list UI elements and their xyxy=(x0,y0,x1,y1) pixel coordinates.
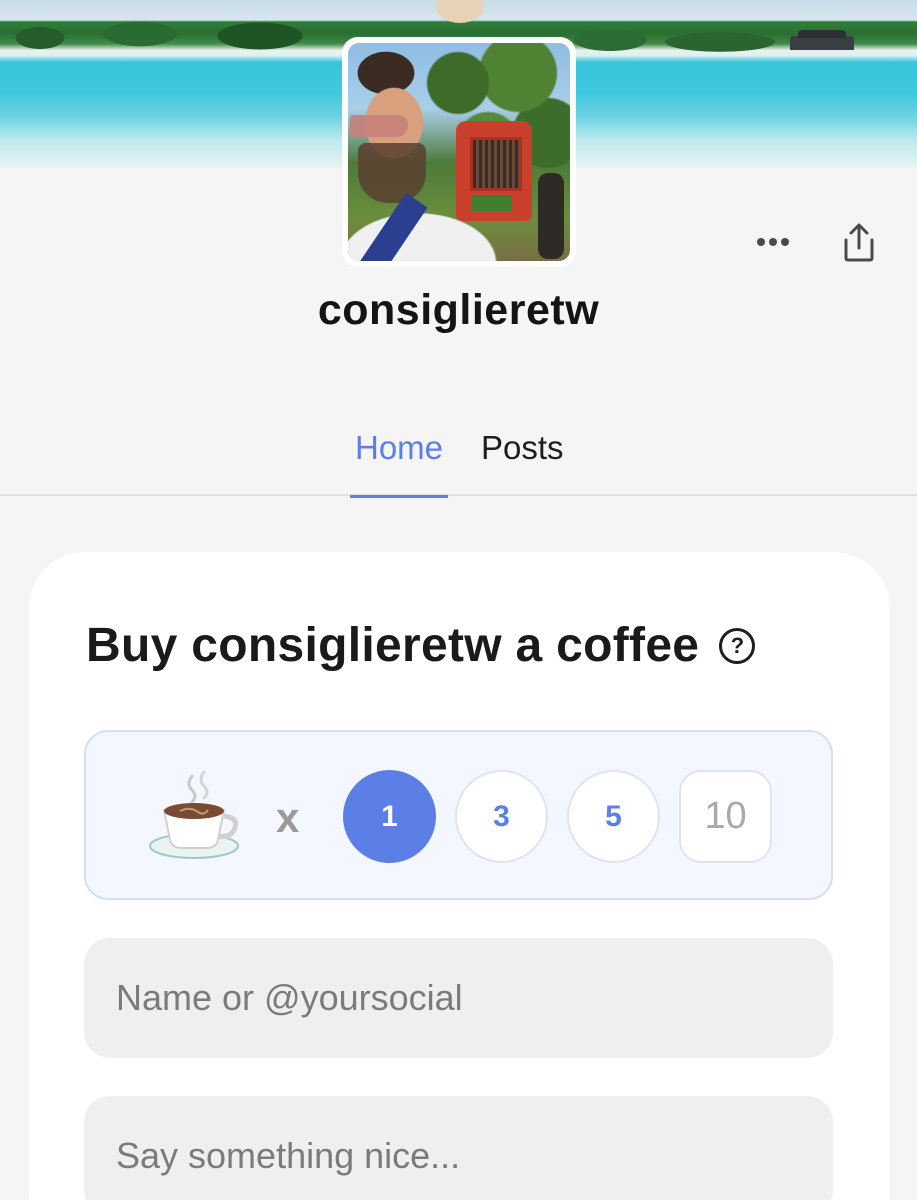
avatar-photo xyxy=(348,43,570,261)
share-icon-graphic xyxy=(844,223,874,262)
avatar-beard xyxy=(358,143,426,203)
tab-home[interactable]: Home xyxy=(350,428,448,498)
message-input[interactable] xyxy=(84,1096,833,1200)
quantity-multiplier: x xyxy=(276,794,300,841)
avatar xyxy=(342,37,576,267)
more-dots-icon[interactable] xyxy=(748,226,798,258)
profile-tabs: Home Posts xyxy=(0,412,917,498)
more-dot xyxy=(769,238,777,246)
avatar-tractor-wheel xyxy=(538,173,564,259)
cover-figure xyxy=(418,0,502,38)
more-dot xyxy=(781,238,789,246)
support-card-header: Buy consiglieretw a coffee ? xyxy=(86,618,756,673)
support-card: Buy consiglieretw a coffee ? x 1 3 5 10 xyxy=(29,552,890,1200)
creator-page: consiglieretw Home Posts Buy consigliere… xyxy=(0,0,917,1200)
coffee-quantity-picker: x 1 3 5 10 xyxy=(84,730,833,900)
tab-posts[interactable]: Posts xyxy=(481,428,564,496)
profile-username: consiglieretw xyxy=(317,286,600,334)
quantity-option-1[interactable]: 1 xyxy=(343,770,436,863)
quantity-option-5[interactable]: 5 xyxy=(567,770,660,863)
avatar-sunglasses xyxy=(350,115,408,137)
more-dot xyxy=(757,238,765,246)
quantity-option-10[interactable]: 10 xyxy=(679,770,772,863)
quantity-option-3[interactable]: 3 xyxy=(455,770,548,863)
name-input[interactable] xyxy=(84,938,833,1058)
coffee-cup-graphic xyxy=(149,770,239,859)
coffee-cup-icon xyxy=(146,766,246,866)
support-card-title: Buy consiglieretw a coffee xyxy=(86,619,700,672)
cover-hut xyxy=(790,30,854,50)
share-icon[interactable] xyxy=(838,222,880,264)
help-icon[interactable]: ? xyxy=(719,627,756,664)
